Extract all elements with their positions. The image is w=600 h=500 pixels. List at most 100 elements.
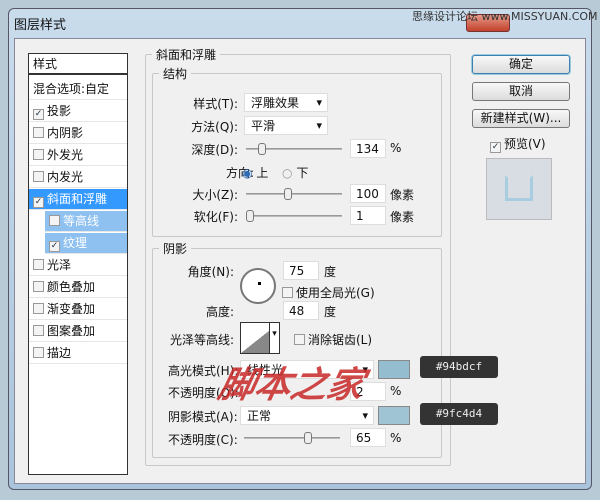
size-unit: 像素: [390, 188, 415, 202]
angle-label: 角度(N):: [187, 265, 234, 279]
shadow-mode-select[interactable]: 正常: [240, 406, 374, 425]
watermark-top: 思缘设计论坛 www.MISSYUAN.COM: [412, 10, 598, 23]
slider-thumb[interactable]: [304, 432, 312, 444]
technique-select[interactable]: 平滑: [244, 116, 328, 135]
style-item[interactable]: ✓ 纹理: [45, 233, 127, 254]
style-item[interactable]: 内阴影: [29, 123, 127, 144]
checkbox-icon[interactable]: [33, 171, 44, 182]
shadow-opacity-slider[interactable]: [244, 432, 340, 444]
percent-unit: %: [390, 431, 402, 445]
style-item[interactable]: 图案叠加: [29, 321, 127, 342]
depth-label: 深度(D):: [191, 143, 238, 157]
checkbox-icon[interactable]: [33, 303, 44, 314]
checkbox-icon[interactable]: [33, 127, 44, 138]
depth-unit: %: [390, 141, 402, 155]
angle-crosshair-icon: [258, 282, 261, 285]
shadow-opacity-input[interactable]: 65: [350, 428, 386, 447]
style-item-label: 颜色叠加: [47, 280, 96, 294]
shadow-mode-label: 阴影模式(A):: [168, 410, 238, 424]
technique-label: 方法(Q):: [191, 120, 238, 134]
angle-input[interactable]: 75: [283, 261, 319, 280]
gloss-contour-picker[interactable]: ▾: [240, 322, 280, 354]
altitude-unit: 度: [324, 305, 337, 319]
checkbox-icon[interactable]: [33, 347, 44, 358]
highlight-color-hex: #94bdcf: [420, 356, 498, 378]
checkbox-icon[interactable]: [33, 149, 44, 160]
checkbox-icon[interactable]: ✓: [49, 241, 60, 252]
new-style-button[interactable]: 新建样式(W)...: [472, 109, 570, 128]
style-label: 样式(T):: [193, 97, 238, 111]
slider-thumb[interactable]: [258, 143, 266, 155]
style-item-label: 内发光: [47, 170, 84, 184]
altitude-input[interactable]: 48: [283, 301, 319, 320]
checkbox-icon: [294, 334, 305, 345]
checkbox-icon: [282, 287, 293, 298]
watermark: 脚本之家: [214, 364, 368, 406]
checkbox-icon[interactable]: [49, 215, 60, 226]
radio-icon: ○: [282, 166, 293, 180]
percent-unit: %: [390, 384, 402, 398]
size-slider[interactable]: [246, 188, 342, 200]
slider-thumb[interactable]: [246, 210, 254, 222]
style-item-label: 描边: [47, 346, 72, 360]
checkbox-icon[interactable]: [33, 259, 44, 270]
blending-options[interactable]: 混合选项:自定: [29, 79, 127, 100]
preview-checkbox[interactable]: ✓ 预览(V): [490, 135, 546, 153]
checkbox-icon: ✓: [490, 142, 501, 153]
direction-down-radio[interactable]: ○ 下: [282, 164, 308, 181]
cancel-button[interactable]: 取消: [472, 82, 570, 101]
depth-input[interactable]: 134: [350, 139, 386, 158]
direction-label: 方向:: [225, 166, 254, 180]
style-item[interactable]: 等高线: [45, 211, 127, 232]
style-item-label: 纹理: [63, 236, 88, 250]
style-item[interactable]: 渐变叠加: [29, 299, 127, 320]
style-item-label: 投影: [47, 104, 72, 118]
antialias-checkbox[interactable]: 消除锯齿(L): [294, 331, 372, 348]
checkbox-icon[interactable]: [33, 325, 44, 336]
checkbox-icon[interactable]: [33, 281, 44, 292]
style-item[interactable]: 光泽: [29, 255, 127, 276]
shadow-color-swatch[interactable]: [378, 406, 410, 425]
style-item[interactable]: 外发光: [29, 145, 127, 166]
style-item-label: 光泽: [47, 258, 72, 272]
ok-button[interactable]: 确定: [472, 55, 570, 74]
direction-up-radio[interactable]: ◉ 上: [242, 164, 268, 181]
angle-dial[interactable]: [240, 268, 276, 304]
soften-unit: 像素: [390, 210, 415, 224]
window-title: 图层样式: [14, 18, 67, 33]
style-item[interactable]: 内发光: [29, 167, 127, 188]
style-item-label: 等高线: [63, 214, 100, 228]
style-item[interactable]: 描边: [29, 343, 127, 364]
structure-title: 结构: [163, 67, 188, 81]
style-item[interactable]: ✓ 斜面和浮雕: [29, 189, 127, 210]
depth-slider[interactable]: [246, 143, 342, 155]
soften-input[interactable]: 1: [350, 206, 386, 225]
soften-label: 软化(F):: [193, 210, 238, 224]
size-input[interactable]: 100: [350, 184, 386, 203]
style-item-label: 斜面和浮雕: [47, 192, 108, 206]
soften-slider[interactable]: [246, 210, 342, 222]
size-label: 大小(Z):: [192, 188, 238, 202]
global-light-checkbox[interactable]: 使用全局光(G): [282, 284, 375, 301]
style-item-label: 渐变叠加: [47, 302, 96, 316]
slider-thumb[interactable]: [284, 188, 292, 200]
style-select[interactable]: 浮雕效果: [244, 93, 328, 112]
styles-list: 样式 混合选项:自定 ✓ 投影 内阴影 外发光 内发光 ✓ 斜面和浮雕 等高线 ✓ 纹理 光泽 颜色叠…: [28, 53, 128, 475]
chevron-down-icon: ▾: [269, 323, 279, 353]
radio-selected-icon: ◉: [242, 166, 253, 180]
shadow-color-hex: #9fc4d4: [420, 403, 498, 425]
style-preview: [486, 158, 552, 220]
highlight-color-swatch[interactable]: [378, 360, 410, 379]
checkbox-icon[interactable]: ✓: [33, 109, 44, 120]
style-item[interactable]: 颜色叠加: [29, 277, 127, 298]
gloss-contour-label: 光泽等高线:: [169, 333, 234, 347]
checkbox-icon[interactable]: ✓: [33, 197, 44, 208]
shading-title: 阴影: [163, 242, 188, 256]
angle-unit: 度: [324, 265, 337, 279]
styles-header[interactable]: 样式: [29, 54, 127, 75]
style-item[interactable]: ✓ 投影: [29, 101, 127, 122]
altitude-label: 高度:: [205, 305, 234, 319]
style-item-label: 内阴影: [47, 126, 84, 140]
preview-shape: [505, 175, 533, 201]
style-item-label: 外发光: [47, 148, 84, 162]
